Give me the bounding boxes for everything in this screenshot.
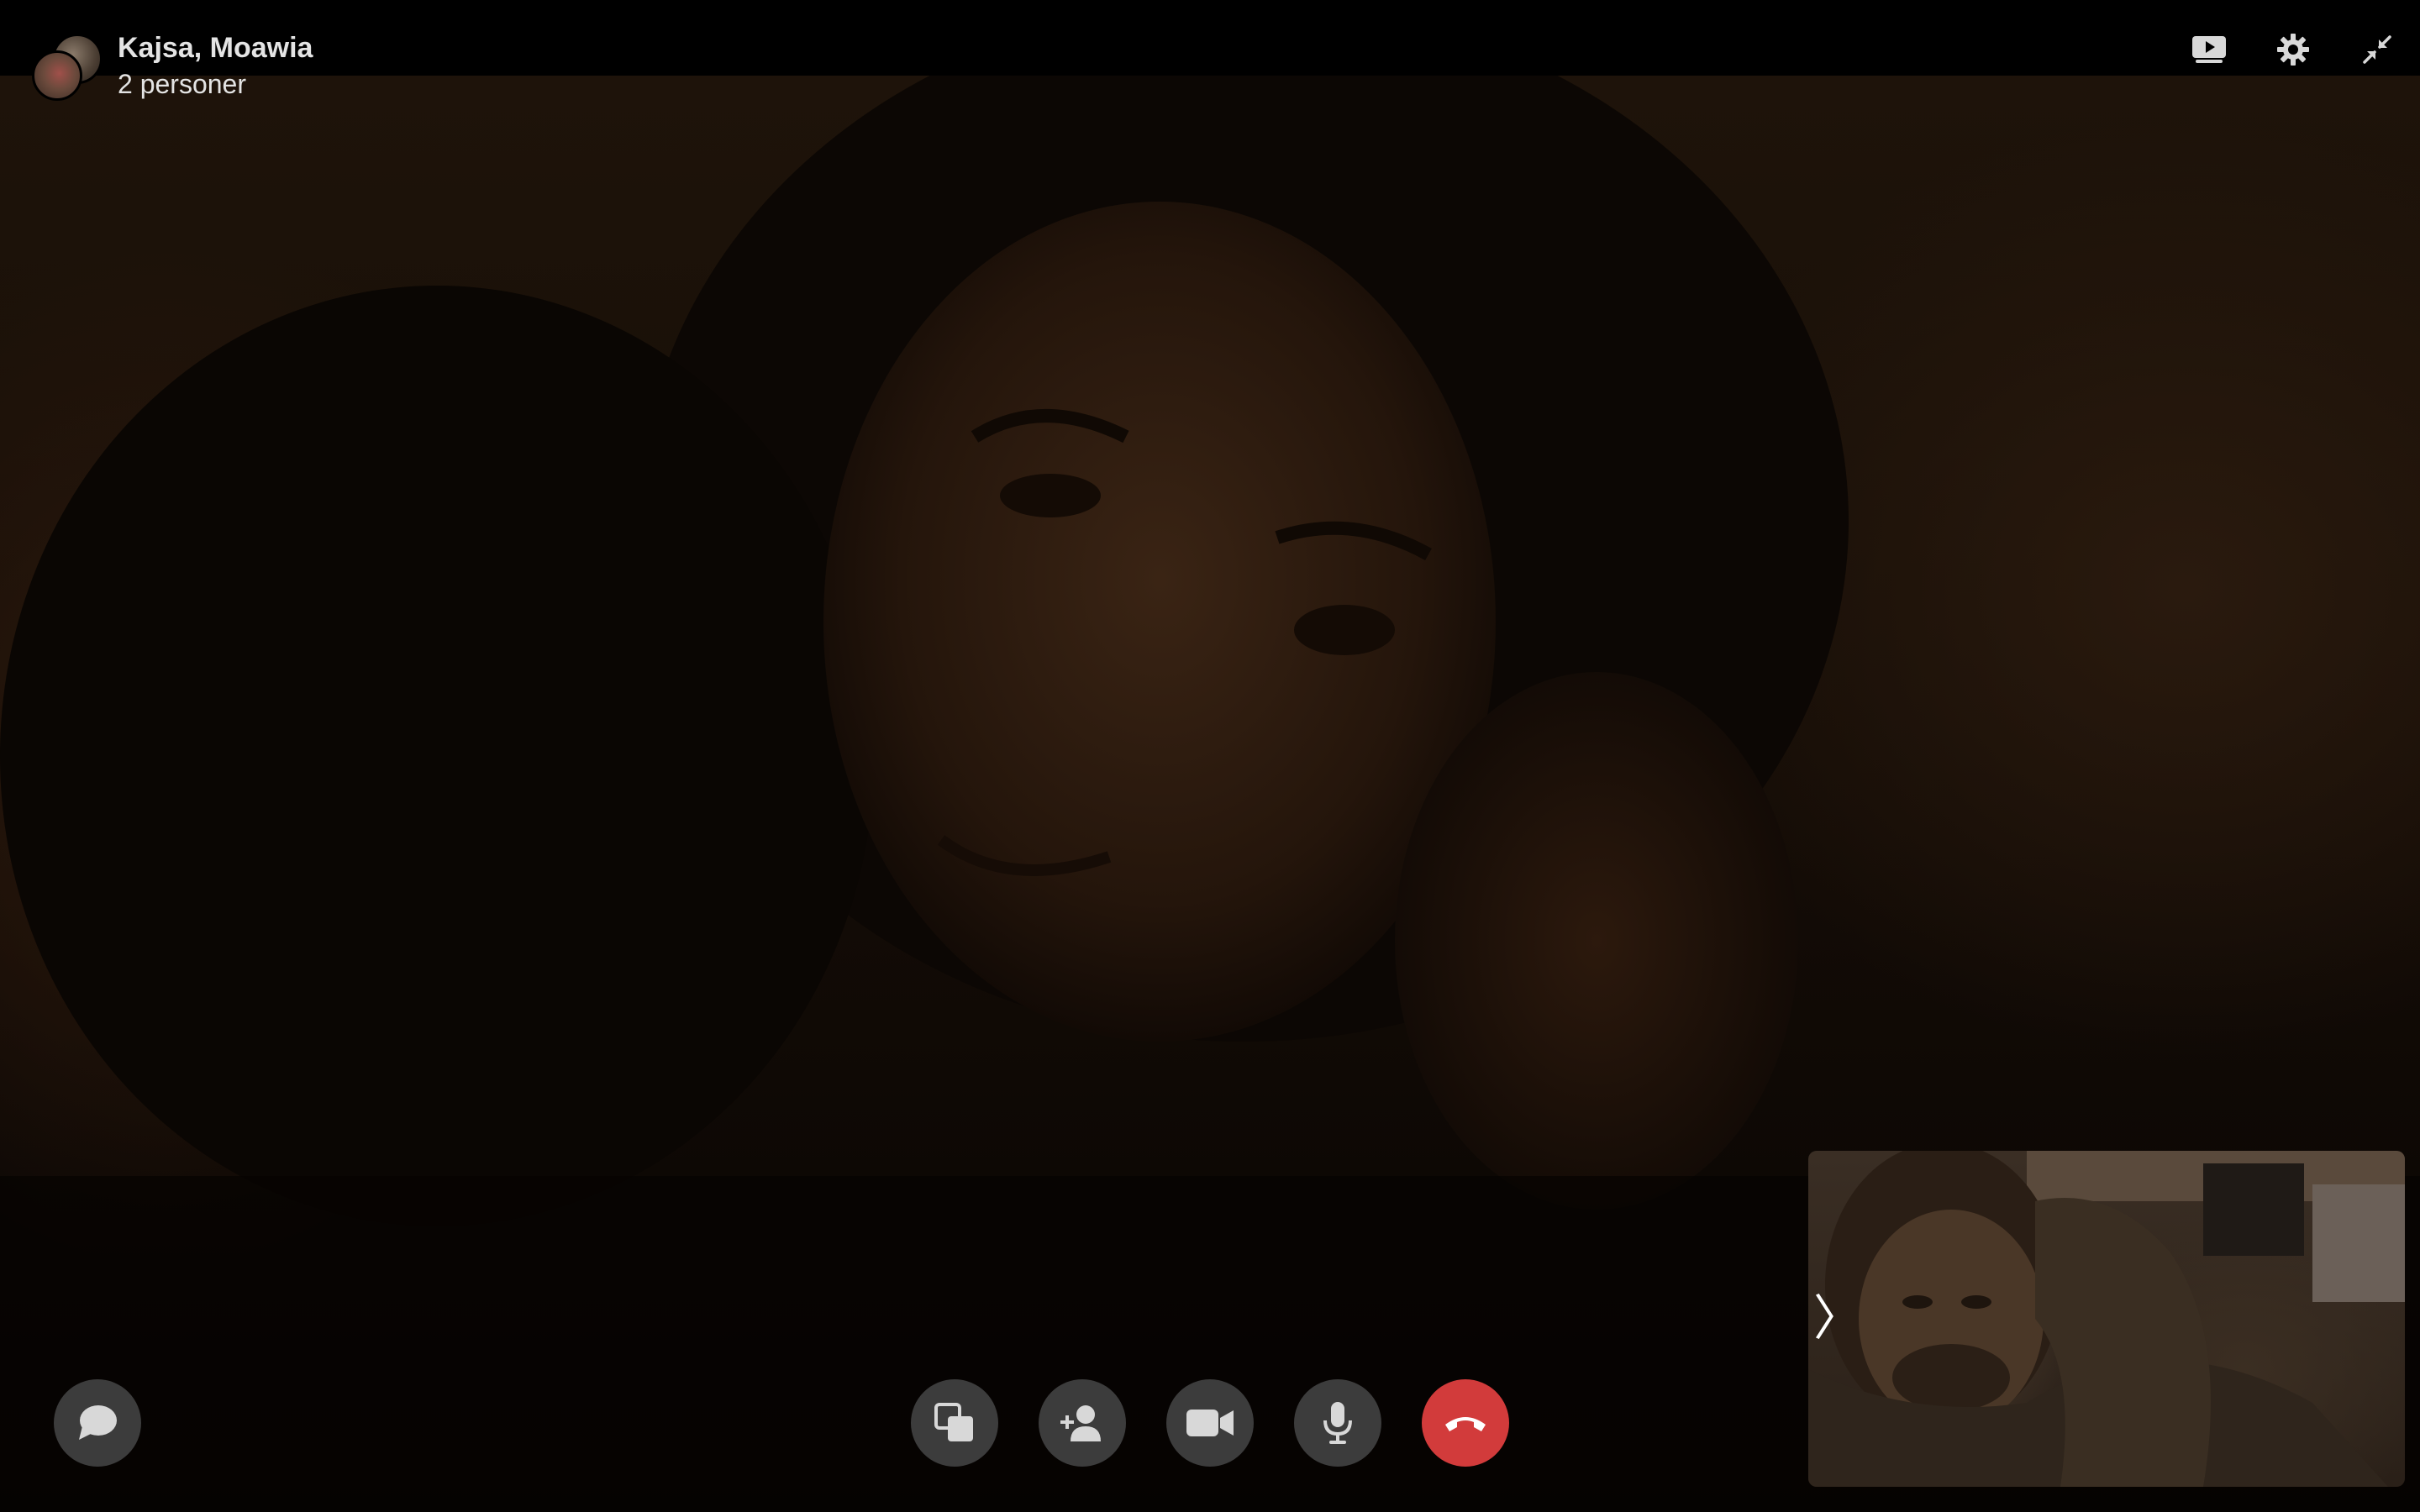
settings-button[interactable] [2270,27,2316,72]
video-call-window: Kajsa, Moawia 2 personer 〉 [0,0,2420,1512]
collapse-self-view-chevron-icon[interactable]: 〉 [1813,1294,1862,1344]
microphone-button[interactable] [1294,1379,1381,1467]
switch-window-icon [934,1403,973,1441]
microphone-icon [1323,1402,1352,1444]
chat-bubble-icon [79,1405,117,1440]
end-call-icon [1445,1417,1486,1431]
top-bar [0,0,2420,76]
video-toggle-button[interactable] [1166,1379,1254,1467]
minimize-arrows-icon [2363,35,2391,64]
screen-share-button[interactable] [2186,27,2232,72]
video-camera-icon [1186,1410,1234,1436]
switch-window-button[interactable] [911,1379,998,1467]
end-call-button[interactable] [1422,1379,1509,1467]
self-video-image [1808,1151,2405,1487]
participant-avatars [32,34,103,101]
add-person-button[interactable] [1039,1379,1126,1467]
call-title: Kajsa, Moawia [118,32,313,64]
chat-button[interactable] [54,1379,141,1467]
add-person-icon [1060,1405,1101,1441]
participant-count: 2 personer [118,69,246,99]
avatar-kajsa [32,50,82,101]
settings-gear-icon [2277,34,2309,66]
self-video-preview[interactable] [1808,1151,2405,1487]
screen-share-icon [2192,36,2226,63]
minimize-button[interactable] [2354,27,2400,72]
